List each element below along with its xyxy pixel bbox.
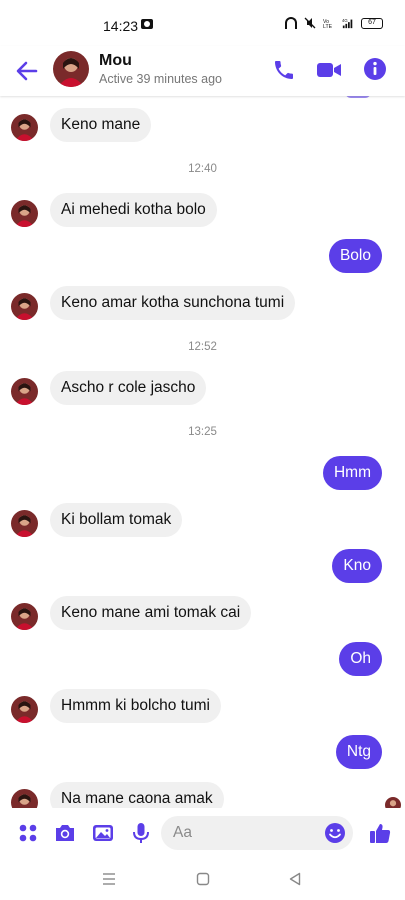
- incoming-message[interactable]: Hmmm ki bolcho tumi: [50, 689, 221, 723]
- avatar: [11, 200, 38, 227]
- incoming-message[interactable]: Na mane caona amak: [50, 782, 224, 808]
- info-icon[interactable]: [363, 57, 387, 81]
- avatar: [11, 789, 38, 808]
- message-list[interactable]: Keno mane 12:40 Ai mehedi kotha bolo Bol…: [0, 96, 405, 808]
- gallery-icon[interactable]: [91, 821, 115, 845]
- volte-icon: VoLTE: [323, 19, 333, 29]
- camera-icon[interactable]: [53, 821, 77, 845]
- camera-notification-icon: [141, 19, 153, 29]
- headphone-icon: [285, 17, 297, 29]
- incoming-message[interactable]: Ai mehedi kotha bolo: [50, 193, 217, 227]
- home-square-icon[interactable]: [195, 871, 211, 887]
- status-icons: Vo LTE 4G 67: [285, 17, 383, 29]
- timestamp: 12:40: [188, 163, 217, 175]
- menu-dots-icon[interactable]: [16, 821, 40, 845]
- video-camera-icon[interactable]: [316, 59, 342, 81]
- avatar: [11, 696, 38, 723]
- microphone-icon[interactable]: [129, 821, 153, 845]
- message-input[interactable]: Aa: [161, 816, 353, 850]
- timestamp: 12:52: [188, 341, 217, 353]
- mute-icon: [304, 17, 316, 29]
- seen-receipt-avatar: [385, 797, 401, 808]
- outgoing-message[interactable]: Kno: [332, 549, 382, 583]
- contact-name: Mou: [99, 52, 132, 69]
- timestamp: 13:25: [188, 426, 217, 438]
- avatar: [11, 510, 38, 537]
- system-navigation-bar: [0, 858, 405, 900]
- avatar[interactable]: [53, 51, 89, 87]
- incoming-message[interactable]: Ascho r cole jascho: [50, 371, 207, 405]
- contact-active-status: Active 39 minutes ago: [99, 72, 222, 86]
- avatar: [11, 603, 38, 630]
- incoming-message[interactable]: Keno amar kotha sunchona tumi: [50, 286, 296, 320]
- chat-header: Mou Active 39 minutes ago: [0, 46, 405, 96]
- message-composer: Aa: [0, 808, 405, 858]
- outgoing-message[interactable]: Hmm: [322, 456, 382, 490]
- message-input-placeholder: Aa: [173, 824, 192, 841]
- back-arrow-icon[interactable]: [14, 58, 40, 84]
- menu-lines-icon[interactable]: [101, 871, 117, 887]
- avatar: [11, 293, 38, 320]
- back-triangle-icon[interactable]: [287, 871, 303, 887]
- signal-4g-icon: 4G: [342, 18, 353, 29]
- incoming-message[interactable]: Ki bollam tomak: [50, 503, 183, 537]
- thumbs-up-icon[interactable]: [368, 821, 392, 845]
- phone-icon[interactable]: [272, 58, 296, 82]
- svg-text:4G: 4G: [342, 18, 348, 23]
- emoji-icon[interactable]: [324, 822, 346, 844]
- status-time: 14:23: [103, 18, 139, 34]
- avatar: [11, 378, 38, 405]
- outgoing-message[interactable]: Ntg: [335, 735, 382, 769]
- incoming-message[interactable]: Keno mane: [50, 108, 152, 142]
- battery-icon: 67: [361, 17, 383, 29]
- avatar: [11, 114, 38, 141]
- outgoing-message[interactable]: Oh: [339, 642, 382, 676]
- outgoing-message[interactable]: Bolo: [328, 239, 382, 273]
- svg-text:LTE: LTE: [323, 24, 333, 29]
- previous-message-edge: [345, 96, 371, 98]
- incoming-message[interactable]: Keno mane ami tomak cai: [50, 596, 252, 630]
- status-bar: 14:23 Vo LTE 4G 67: [0, 0, 405, 46]
